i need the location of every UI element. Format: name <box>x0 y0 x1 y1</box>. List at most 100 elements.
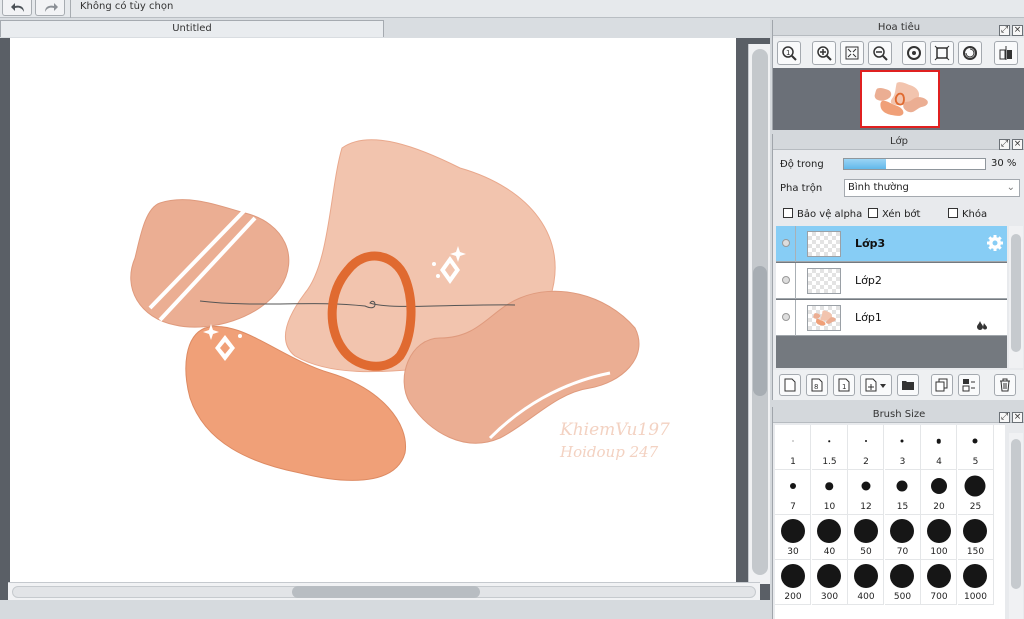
zoom-actual-button[interactable]: 1 <box>777 41 801 65</box>
brush-size-cell[interactable]: 4 <box>921 425 957 470</box>
toolbar-separator <box>70 0 71 18</box>
brush-dot <box>972 438 978 444</box>
visibility-toggle[interactable] <box>782 239 790 247</box>
blend-mode-select[interactable]: Bình thường ⌄ <box>844 179 1020 197</box>
brush-size-cell[interactable]: 1.5 <box>811 425 848 470</box>
protect-alpha-label: Bảo vệ alpha <box>797 209 863 220</box>
layer-list: Lớp3 Lớp2 Lớp1 <box>776 226 1007 368</box>
canvas-horizontal-scrollbar[interactable] <box>8 582 760 600</box>
layers-scrollbar[interactable] <box>1009 226 1023 368</box>
fit-window-button[interactable] <box>930 41 954 65</box>
add-layer-icon <box>865 378 886 392</box>
brush-size-cell[interactable]: 1000 <box>957 560 994 605</box>
water-drop-icon <box>977 321 987 330</box>
visibility-toggle[interactable] <box>782 313 790 321</box>
layer-name: Lớp2 <box>855 274 882 287</box>
brush-size-cell[interactable]: 500 <box>884 560 921 605</box>
brush-size-scrollbar[interactable] <box>1009 433 1023 619</box>
close-icon[interactable]: × <box>1012 139 1023 150</box>
rotate-right-button[interactable] <box>958 41 982 65</box>
new-8bit-layer-button[interactable]: 8 <box>806 374 828 396</box>
new-layer-button[interactable] <box>779 374 801 396</box>
gear-icon[interactable] <box>986 234 1004 252</box>
brush-size-cell[interactable]: 300 <box>811 560 848 605</box>
zoom-out-button[interactable] <box>868 41 892 65</box>
fit-screen-button[interactable] <box>840 41 864 65</box>
document-tab-untitled[interactable]: Untitled <box>0 20 384 37</box>
brush-size-cell[interactable]: 200 <box>775 560 811 605</box>
left-blob <box>130 199 290 328</box>
navigator-preview-area <box>773 68 1024 130</box>
drawing-canvas[interactable]: KhiemVu197 Hoidoup 247 <box>10 38 736 582</box>
brush-dot <box>936 438 941 444</box>
layers-panel: Lớp ⤢ × Độ trong 30 % Pha trộn Bình thườn… <box>772 134 1024 400</box>
navigator-thumbnail <box>874 82 928 116</box>
brush-size-cell[interactable]: 15 <box>884 470 921 515</box>
add-layer-menu-button[interactable] <box>860 374 892 396</box>
brush-dot <box>817 564 841 588</box>
brush-dot <box>926 564 951 588</box>
brush-size-label: 1000 <box>964 592 987 602</box>
brush-size-cell[interactable]: 30 <box>775 515 811 560</box>
navigator-toolbar: 1 <box>773 38 1024 68</box>
brush-size-cell[interactable]: 10 <box>811 470 848 515</box>
folder-icon <box>902 381 914 390</box>
navigator-preview[interactable] <box>860 70 940 128</box>
close-icon[interactable]: × <box>1012 25 1023 36</box>
brush-dot <box>900 439 904 443</box>
brush-dot <box>853 519 878 543</box>
close-icon[interactable]: × <box>1012 412 1023 423</box>
vertical-scroll-thumb[interactable] <box>753 266 767 396</box>
brush-size-cell[interactable]: 25 <box>957 470 994 515</box>
status-bar <box>0 600 770 619</box>
new-folder-button[interactable] <box>897 374 919 396</box>
clipping-checkbox[interactable]: Xén bớt <box>868 208 920 220</box>
redo-arrow-icon <box>45 3 58 12</box>
brush-size-cell[interactable]: 70 <box>884 515 921 560</box>
popout-icon[interactable]: ⤢ <box>999 139 1010 150</box>
opacity-slider[interactable] <box>843 158 986 170</box>
brush-size-cell[interactable]: 7 <box>775 470 811 515</box>
flip-button[interactable] <box>994 41 1018 65</box>
brush-dot <box>789 483 796 489</box>
brush-dot <box>825 482 833 490</box>
new-1bit-layer-button[interactable]: 1 <box>833 374 855 396</box>
brush-size-cell[interactable]: 400 <box>848 560 884 605</box>
horizontal-scroll-thumb[interactable] <box>292 586 480 598</box>
brush-size-cell[interactable]: 3 <box>884 425 921 470</box>
brush-size-label: 50 <box>860 547 872 557</box>
layer-row-lop3[interactable]: Lớp3 <box>776 226 1007 262</box>
1bit-layer-icon: 1 <box>838 378 850 392</box>
app-window: Không có tùy chọn Untitled KhiemVu197 Ho… <box>0 0 1024 619</box>
layer-row-lop2[interactable]: Lớp2 <box>776 263 1007 299</box>
brush-size-cell[interactable]: 2 <box>848 425 884 470</box>
brush-size-label: 15 <box>896 502 909 512</box>
blend-mode-value: Bình thường <box>848 182 909 193</box>
canvas-vertical-scrollbar[interactable] <box>748 44 770 584</box>
brush-size-cell[interactable]: 700 <box>921 560 957 605</box>
new-page-icon <box>784 378 796 392</box>
lock-checkbox[interactable]: Khóa <box>948 208 987 220</box>
merge-layer-button[interactable] <box>958 374 980 396</box>
popout-icon[interactable]: ⤢ <box>999 25 1010 36</box>
protect-alpha-checkbox[interactable]: Bảo vệ alpha <box>783 208 862 220</box>
delete-layer-button[interactable] <box>994 374 1016 396</box>
duplicate-layer-button[interactable] <box>931 374 953 396</box>
brush-size-label: 500 <box>893 592 912 602</box>
brush-size-cell[interactable]: 100 <box>921 515 957 560</box>
brush-size-cell[interactable]: 20 <box>921 470 957 515</box>
brush-size-cell[interactable]: 50 <box>848 515 884 560</box>
brush-size-cell[interactable]: 1 <box>775 425 811 470</box>
rotate-left-button[interactable] <box>902 41 926 65</box>
zoom-in-icon <box>817 46 832 61</box>
popout-icon[interactable]: ⤢ <box>999 412 1010 423</box>
redo-button[interactable] <box>35 0 65 16</box>
undo-button[interactable] <box>2 0 32 16</box>
zoom-in-button[interactable] <box>812 41 836 65</box>
visibility-toggle[interactable] <box>782 276 790 284</box>
layer-row-lop1[interactable]: Lớp1 <box>776 300 1007 336</box>
brush-size-cell[interactable]: 5 <box>957 425 994 470</box>
brush-size-cell[interactable]: 40 <box>811 515 848 560</box>
brush-size-cell[interactable]: 12 <box>848 470 884 515</box>
brush-size-cell[interactable]: 150 <box>957 515 994 560</box>
